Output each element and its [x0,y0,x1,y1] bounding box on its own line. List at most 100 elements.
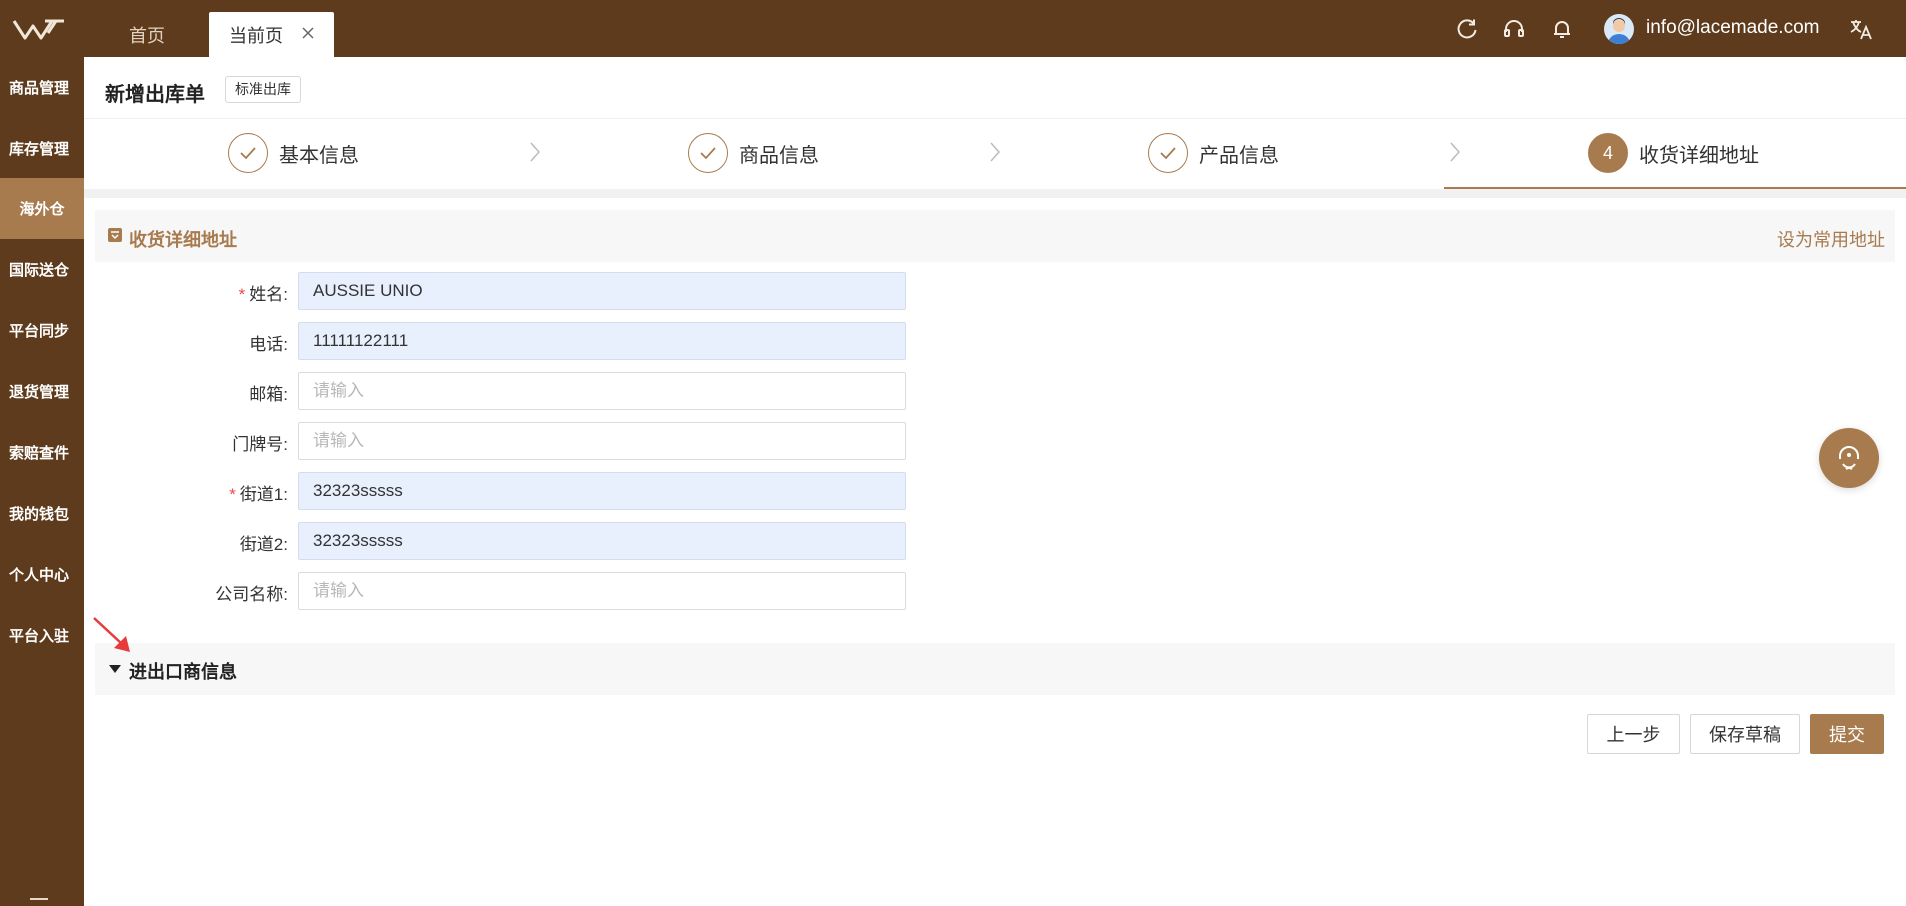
previous-step-button[interactable]: 上一步 [1587,714,1680,754]
sidebar-item-label: 库存管理 [9,141,70,158]
form-row-street1: * 街道1: [95,472,915,510]
logo-w-icon[interactable] [12,17,66,41]
section-header-address: 收货详细地址 设为常用地址 [95,210,1895,262]
step-done-circle [688,133,728,173]
step-number-circle: 4 [1588,133,1628,173]
street1-input[interactable] [298,472,906,510]
field-label-text: 公司名称: [215,585,288,604]
field-label-text: 姓名: [249,285,288,304]
form-row-company: 公司名称: [95,572,915,610]
form-row-email: 邮箱: [95,372,915,410]
top-bar: 首页 当前页 info@lacemade.com [0,0,1906,57]
submit-button[interactable]: 提交 [1810,714,1884,754]
chevron-right-icon [530,142,541,162]
sidebar-item-platform-sync[interactable]: 平台同步 [0,300,84,361]
step-label: 产品信息 [1199,144,1279,167]
step-product-info[interactable]: 产品信息 [1148,133,1279,173]
chevron-right-icon [990,142,1001,162]
sidebar-item-platform-join[interactable]: 平台入驻 [0,605,84,666]
sidebar-item-label: 我的钱包 [9,506,70,523]
sidebar-item-label: 索赔查件 [9,445,70,462]
step-label: 收货详细地址 [1639,144,1759,167]
collapse-title: 进出口商信息 [129,662,237,682]
required-mark: * [229,485,236,504]
avatar[interactable] [1604,14,1634,44]
field-label-text: 邮箱: [249,385,288,404]
sidebar-item-overseas-warehouse[interactable]: 海外仓 [0,178,84,239]
field-label-text: 门牌号: [232,435,288,454]
tab-current-page[interactable]: 当前页 [209,12,334,57]
header-divider [84,118,1906,119]
sidebar-item-label: 海外仓 [19,201,65,218]
street2-input[interactable] [298,522,906,560]
house-number-input[interactable] [298,422,906,460]
step-goods-info[interactable]: 商品信息 [688,133,819,173]
field-label-text: 街道1: [239,485,288,504]
caret-down-icon [109,665,121,673]
form-row-house-number: 门牌号: [95,422,915,460]
street2-label: 街道2: [240,530,288,555]
form-row-name: * 姓名: [95,272,915,310]
field-label-text: 电话: [249,335,288,354]
save-draft-button[interactable]: 保存草稿 [1690,714,1800,754]
sidebar-item-international-delivery[interactable]: 国际送仓 [0,239,84,300]
check-icon [1160,147,1176,160]
import-export-collapse[interactable]: 进出口商信息 [95,643,1895,695]
company-input[interactable] [298,572,906,610]
check-icon [700,147,716,160]
section-separator [84,189,1906,198]
user-avatar-icon [1608,18,1630,44]
step-done-circle [228,133,268,173]
sidebar-item-label: 商品管理 [9,80,70,97]
sidebar-collapse-handle[interactable] [30,898,48,900]
email-input[interactable] [298,372,906,410]
step-delivery-address[interactable]: 4 收货详细地址 [1588,133,1759,173]
chevron-right-icon [1450,142,1461,162]
phone-input[interactable] [298,322,906,360]
sidebar-item-wallet[interactable]: 我的钱包 [0,483,84,544]
sidebar-item-claims[interactable]: 索赔查件 [0,422,84,483]
name-label: * 姓名: [239,280,288,305]
form-row-street2: 街道2: [95,522,915,560]
translate-icon[interactable] [1848,16,1874,42]
sidebar-item-profile[interactable]: 个人中心 [0,544,84,605]
email-label: 邮箱: [249,380,288,405]
tab-home[interactable]: 首页 [105,12,189,57]
tab-current-label: 当前页 [229,25,283,46]
customer-service-icon [1839,446,1859,470]
step-label: 基本信息 [279,144,359,167]
refresh-icon[interactable] [1454,16,1480,42]
customer-service-button[interactable] [1819,428,1879,488]
section-title: 收货详细地址 [129,230,237,250]
sidebar-item-product[interactable]: 商品管理 [0,57,84,118]
bell-icon[interactable] [1549,16,1575,42]
field-label-text: 街道2: [239,535,288,554]
name-input[interactable] [298,272,906,310]
address-card-icon [108,228,122,242]
step-done-circle [1148,133,1188,173]
street1-label: * 街道1: [229,480,288,505]
sidebar-item-label: 退货管理 [9,384,70,401]
sidebar-item-label: 国际送仓 [9,262,70,279]
annotation-arrow-icon [93,617,130,652]
step-basic-info[interactable]: 基本信息 [228,133,359,173]
tab-home-label: 首页 [129,25,165,46]
order-type-tag: 标准出库 [225,76,301,103]
sidebar-item-returns[interactable]: 退货管理 [0,361,84,422]
sidebar-item-label: 平台同步 [9,323,70,340]
phone-label: 电话: [249,330,288,355]
sidebar: 商品管理 库存管理 海外仓 国际送仓 平台同步 退货管理 索赔查件 我的钱包 个… [0,57,84,906]
sidebar-item-inventory[interactable]: 库存管理 [0,118,84,179]
company-label: 公司名称: [215,580,288,605]
page-title: 新增出库单 [105,84,205,106]
required-mark: * [238,285,246,304]
form-row-phone: 电话: [95,322,915,360]
sidebar-item-label: 个人中心 [9,567,70,584]
sidebar-item-label: 平台入驻 [9,628,70,645]
house-number-label: 门牌号: [232,430,288,455]
user-email[interactable]: info@lacemade.com [1646,17,1819,39]
check-icon [240,147,256,160]
close-icon[interactable] [300,25,316,41]
set-default-address-link[interactable]: 设为常用地址 [1777,226,1885,252]
headset-icon[interactable] [1501,16,1527,42]
